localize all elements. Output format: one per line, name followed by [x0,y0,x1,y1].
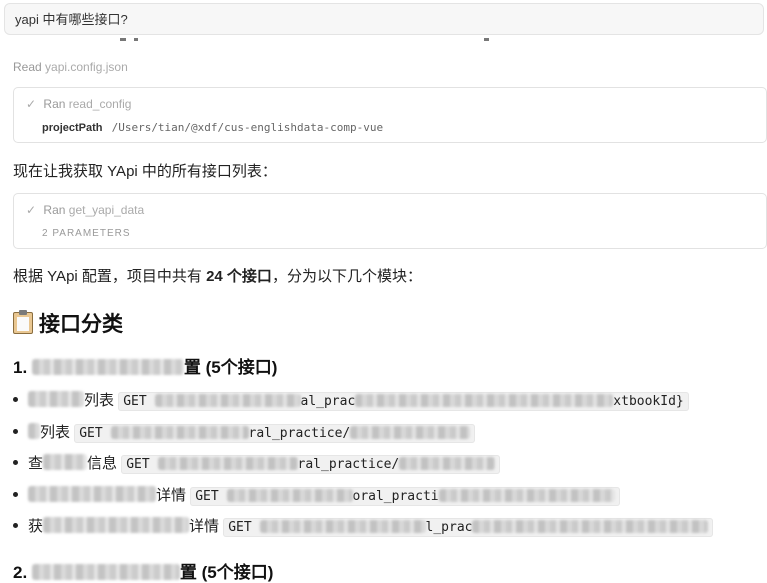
item-label: 列表 [40,424,71,441]
redacted-text [110,426,249,439]
param-key: projectPath [42,122,103,134]
paragraph-summary: 根据 YApi 配置，项目中共有 24 个接口，分为以下几个模块： [13,265,422,286]
tool-param: projectPath /Users/tian/@xdf/cus-english… [42,121,383,134]
endpoint-code: GET oral_practi [190,487,620,506]
redacted-text [350,426,471,439]
redacted-text [399,457,496,470]
section-heading: 接口分类 [13,308,123,338]
clipped-text-line [12,38,512,46]
http-method: GET [123,394,147,409]
section-title: 接口分类 [39,313,123,336]
redacted-text [355,394,614,407]
read-label: Read [13,60,42,74]
item-label: 列表 [84,392,115,409]
category-number: 2. [13,563,28,582]
check-icon: ✓ [26,203,37,217]
redacted-text [472,520,709,533]
http-method: GET [79,426,103,441]
endpoint-code: GET al_prac xtbookId} [118,392,689,411]
category-heading-2: 2. 置 (5个接口) [13,558,273,583]
endpoint-fragment-end: xtbookId} [613,394,684,409]
redacted-text [43,517,190,533]
item-lead: 查 [28,455,44,472]
redacted-text [28,423,40,439]
redacted-text [28,391,84,407]
summary-count: 24 个接口 [206,268,272,285]
endpoint-code: GET ral_practice/ [74,424,476,443]
tool-parameters-count: 2 PARAMETERS [42,228,131,239]
tool-status: Ran [43,203,66,217]
bullet-dot [13,397,18,402]
query-text: yapi 中有哪些接口? [15,12,128,27]
bullet-dot [13,523,18,528]
list-item: 详情 GET oral_practi [13,484,620,506]
tool-status: Ran [43,97,66,111]
bullet-dot [13,429,18,434]
endpoint-fragment: al_prac [300,394,356,409]
bullet-dot [13,460,18,465]
tool-name: read_config [68,97,132,111]
item-label: 详情 [189,518,220,535]
http-method: GET [126,457,150,472]
redacted-text [31,359,184,375]
endpoint-code: GET l_prac [223,518,714,537]
item-lead: 获 [28,518,44,535]
endpoint-code: GET ral_practice/ [121,455,501,474]
redacted-text [28,486,156,502]
http-method: GET [228,520,252,535]
read-file-line: Read yapi.config.json [13,60,128,74]
tool-name: get_yapi_data [68,203,145,217]
endpoint-fragment: l_prac [425,520,473,535]
summary-pre: 根据 YApi 配置，项目中共有 [13,268,207,285]
param-value: /Users/tian/@xdf/cus-englishdata-comp-vu… [111,121,384,134]
category-tail: 置 (5个接口) [179,563,274,582]
clipboard-icon [13,310,33,334]
summary-post: ，分为以下几个模块： [271,268,422,285]
list-item: 列表 GET ral_practice/ [13,421,476,443]
list-item: 查 信息 GET ral_practice/ [13,452,501,474]
endpoint-fragment: oral_practi [352,489,439,504]
tool-call-header: ✓ Ran get_yapi_data [26,203,144,217]
redacted-text [438,489,615,502]
http-method: GET [195,489,219,504]
redacted-text [43,454,88,470]
endpoint-fragment: ral_practice/ [248,426,351,441]
redacted-text [259,520,426,533]
redacted-text [31,564,180,580]
item-label: 信息 [87,455,118,472]
category-heading-1: 1. 置 (5个接口) [13,353,277,378]
list-item: 获 详情 GET l_prac [13,515,714,537]
category-number: 1. [13,358,28,377]
query-bar[interactable]: yapi 中有哪些接口? [4,3,764,35]
read-file-name: yapi.config.json [45,60,128,74]
tool-call-get-yapi-data[interactable]: ✓ Ran get_yapi_data 2 PARAMETERS [13,193,767,249]
tool-call-header: ✓ Ran read_config [26,97,131,111]
item-label: 详情 [156,487,187,504]
endpoint-fragment: ral_practice/ [297,457,400,472]
redacted-text [226,489,353,502]
tool-call-read-config[interactable]: ✓ Ran read_config projectPath /Users/tia… [13,87,767,143]
redacted-text [154,394,301,407]
bullet-dot [13,492,18,497]
paragraph-fetch-list: 现在让我获取 YApi 中的所有接口列表： [13,163,277,180]
list-item: 列表 GET al_prac xtbookId} [13,389,689,411]
category-tail: 置 (5个接口) [183,358,278,377]
check-icon: ✓ [26,97,37,111]
redacted-text [157,457,298,470]
